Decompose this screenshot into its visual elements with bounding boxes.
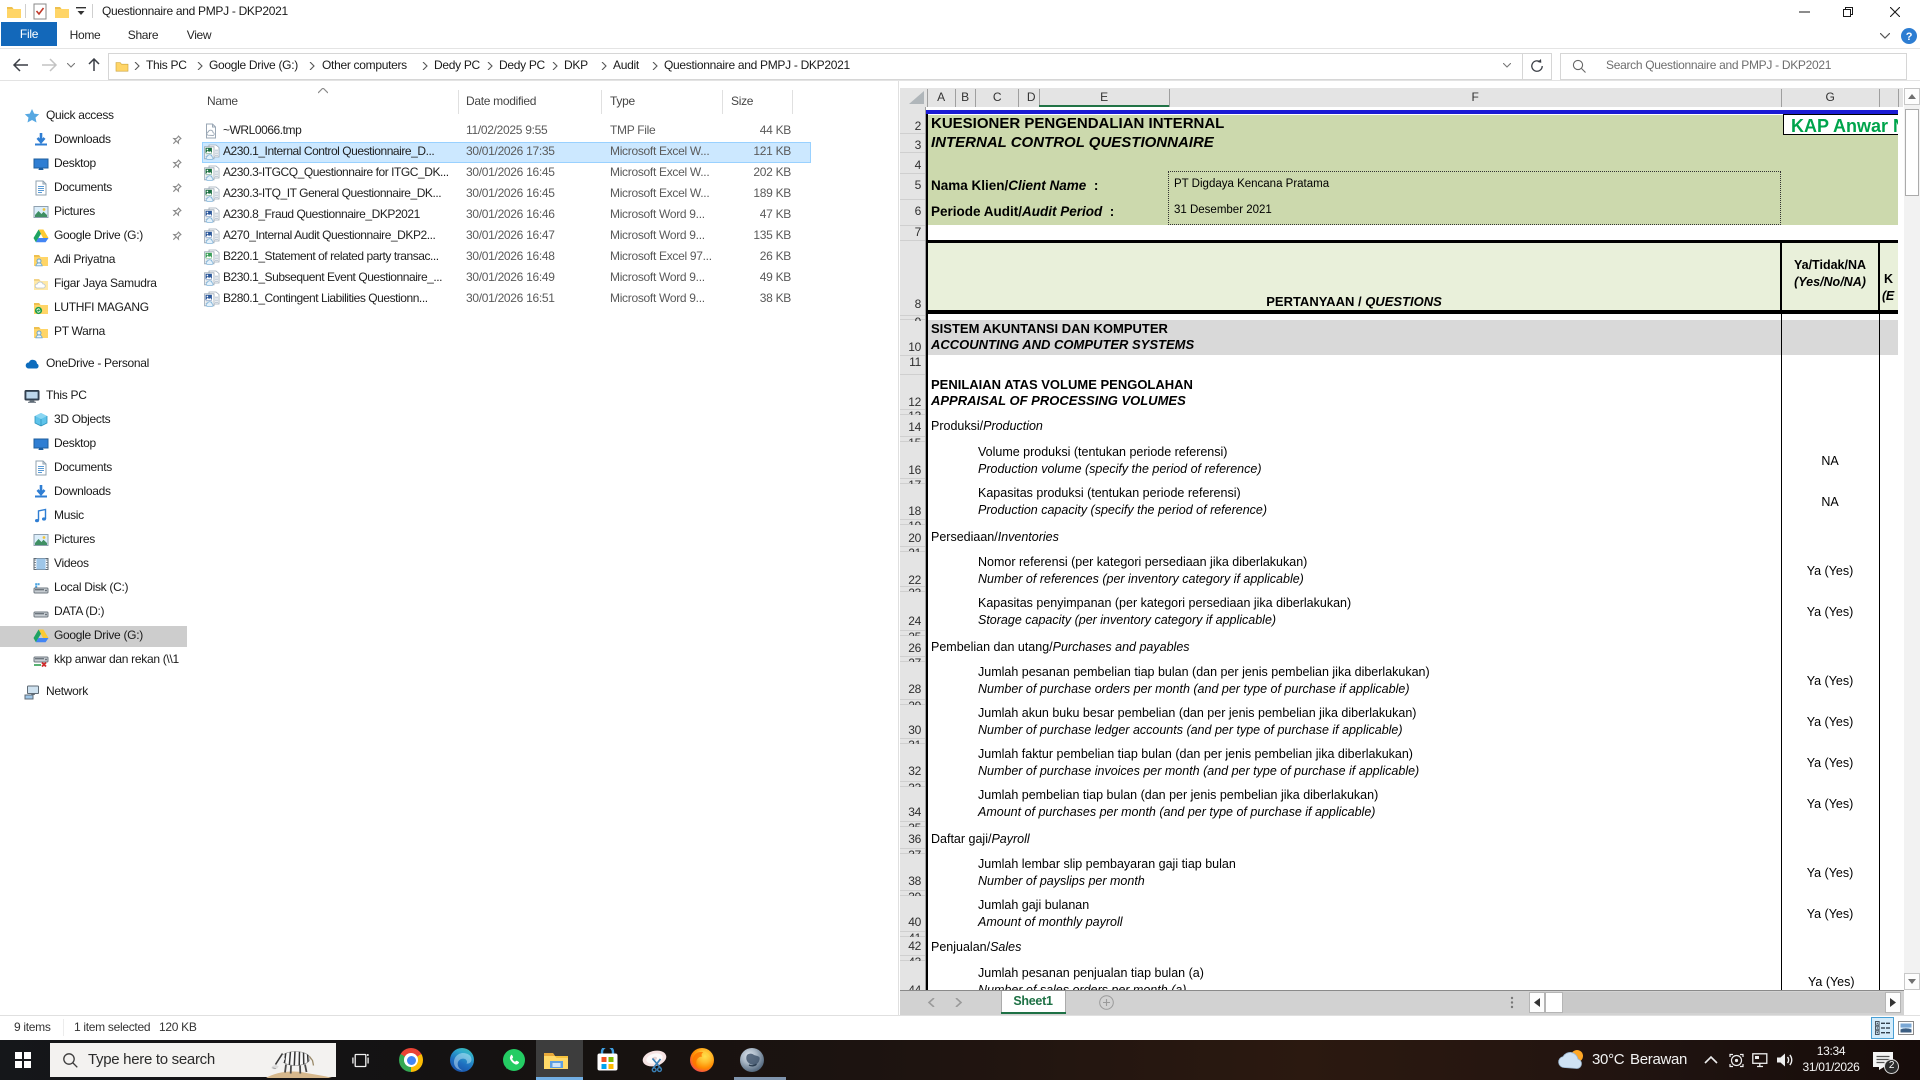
svg-text:?: ? — [1906, 31, 1913, 43]
